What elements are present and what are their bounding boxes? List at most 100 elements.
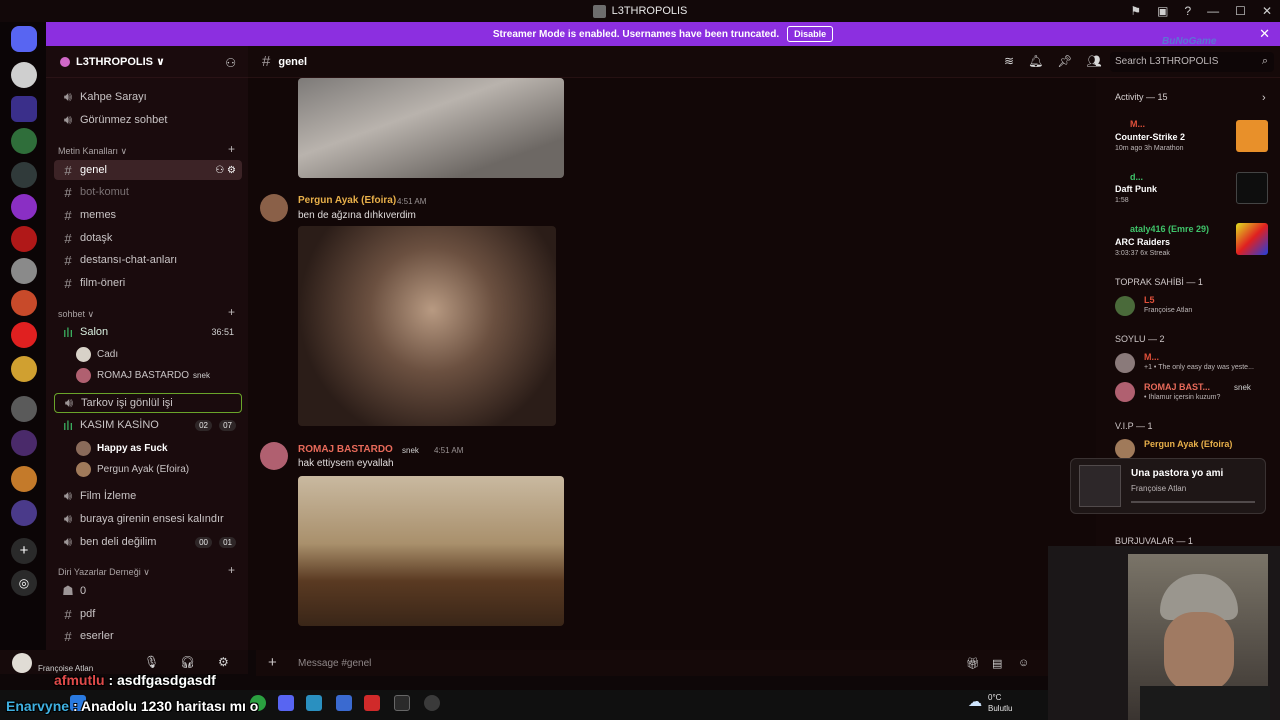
channel-destansi[interactable]: # destansı-chat-anları <box>54 250 242 270</box>
voice-user[interactable]: Cadı <box>76 345 118 363</box>
inbox-icon[interactable]: ▣ <box>1157 4 1168 18</box>
message-input[interactable]: Message #genel <box>298 658 371 669</box>
voice-channel-gorunmez[interactable]: 🔊︎ Görünmez sohbet <box>54 110 242 130</box>
channel-genel[interactable]: # genel ⚇ ⚙ <box>54 160 242 180</box>
flag-icon[interactable]: ⚑ <box>1130 4 1141 18</box>
activity-user[interactable]: M... <box>1130 119 1145 129</box>
maximize-button[interactable]: ☐ <box>1235 4 1246 18</box>
avatar[interactable] <box>260 442 288 470</box>
server-header[interactable]: L3THROPOLIS ∨ ⚇ <box>46 46 248 78</box>
message-image[interactable] <box>298 476 564 626</box>
gif-icon[interactable]: ▤ <box>992 657 1002 670</box>
avatar[interactable] <box>1115 353 1135 373</box>
message-author[interactable]: Pergun Ayak (Efoira) <box>298 195 396 206</box>
message-author[interactable]: ROMAJ BASTARDO <box>298 444 393 455</box>
server-icon[interactable] <box>11 290 37 316</box>
acrobat-taskbar-icon[interactable] <box>364 695 380 711</box>
member-status: +1 • The only easy day was yeste... <box>1144 364 1254 371</box>
disable-streamer-mode-button[interactable]: Disable <box>787 26 834 42</box>
server-icon[interactable] <box>11 194 37 220</box>
server-icon[interactable] <box>11 356 37 382</box>
add-channel-icon[interactable]: + <box>228 142 235 156</box>
channel-bot-komut[interactable]: # bot-komut <box>54 182 242 202</box>
taskbar-app-icon[interactable] <box>306 695 322 711</box>
avatar[interactable] <box>1115 439 1135 459</box>
add-server-icon[interactable]: + <box>11 538 37 564</box>
category-sohbet[interactable]: sohbet ∨ <box>58 309 94 320</box>
message-image[interactable] <box>298 226 556 426</box>
voice-channel-ben-deli[interactable]: 🔊︎ ben deli değilim 00 01 <box>54 532 242 552</box>
server-icon[interactable] <box>11 62 37 88</box>
voice-channel-tarkov[interactable]: 🔊︎ Tarkov işi gönlül işi <box>54 393 242 413</box>
member-name[interactable]: Pergun Ayak (Efoira) <box>1144 439 1232 449</box>
help-icon[interactable]: ? <box>1184 4 1191 18</box>
avatar[interactable] <box>1115 382 1135 402</box>
explore-icon[interactable]: ◎ <box>11 570 37 596</box>
channel-pdf[interactable]: # pdf <box>54 604 242 624</box>
server-icon[interactable] <box>11 162 37 188</box>
server-icon[interactable] <box>11 500 37 526</box>
add-channel-icon[interactable]: + <box>228 305 235 319</box>
invite-user-icon[interactable]: ⚇ <box>225 56 236 70</box>
voice-channel-film[interactable]: 🔊︎ Film İzleme <box>54 486 242 506</box>
server-icon[interactable] <box>11 322 37 348</box>
weather-widget[interactable]: ☁ 0°C Bulutlu <box>968 693 1012 713</box>
settings-gear-icon[interactable]: ⚙ <box>218 655 229 669</box>
category-diri-yazarlar[interactable]: Diri Yazarlar Derneği ∨ <box>58 567 150 578</box>
voice-channel-kahpe[interactable]: 🔊︎ Kahpe Sarayı <box>54 87 242 107</box>
activity-user[interactable]: d... <box>1130 172 1143 182</box>
voice-user[interactable]: Happy as Fuck <box>76 439 168 457</box>
voice-channel-buraya[interactable]: 🔊︎ buraya girenin ensesi kalındır <box>54 509 242 529</box>
headphones-icon[interactable]: 🎧︎ <box>180 655 195 669</box>
channel-memes[interactable]: # memes <box>54 205 242 225</box>
add-channel-icon[interactable]: + <box>228 563 235 577</box>
member-name[interactable]: ROMAJ BAST... <box>1144 382 1210 392</box>
server-icon[interactable] <box>11 96 37 122</box>
discord-taskbar-icon[interactable] <box>278 695 294 711</box>
taskbar-app-icon[interactable] <box>336 695 352 711</box>
category-text-channels[interactable]: Metin Kanalları ∨ <box>58 146 127 157</box>
channel-0[interactable]: ☗ 0 <box>54 581 242 601</box>
voice-user[interactable]: Pergun Ayak (Efoira) <box>76 460 189 478</box>
chevron-right-icon[interactable]: › <box>1262 92 1266 104</box>
bell-icon[interactable]: 🔔︎ <box>1028 54 1043 68</box>
activity-header[interactable]: Activity — 15 <box>1115 92 1168 102</box>
channel-film-oneri[interactable]: # film-öneri <box>54 273 242 293</box>
minimize-button[interactable]: — <box>1207 4 1219 18</box>
activity-user[interactable]: ataly416 (Emre 29) <box>1130 224 1209 234</box>
pin-icon[interactable]: 📌︎ <box>1057 54 1072 68</box>
avatar[interactable] <box>260 194 288 222</box>
close-banner-icon[interactable]: ✕ <box>1259 26 1270 42</box>
terminal-taskbar-icon[interactable] <box>394 695 410 711</box>
members-icon[interactable]: 👥︎ <box>1087 54 1102 68</box>
voice-channel-kasim[interactable]: ılı KASIM KASİNO 02 07 <box>54 415 242 435</box>
voice-user[interactable]: ROMAJ BASTARDO snek <box>76 366 210 384</box>
server-icon[interactable] <box>11 396 37 422</box>
avatar[interactable] <box>1115 296 1135 316</box>
channel-eserler[interactable]: # eserler <box>54 626 242 646</box>
counter-strike-icon <box>1236 120 1268 152</box>
avatar[interactable] <box>12 653 32 673</box>
taskbar-app-icon[interactable] <box>424 695 440 711</box>
close-window-button[interactable]: ✕ <box>1262 4 1272 18</box>
message-image[interactable] <box>298 78 564 178</box>
search-input[interactable]: Search L3THROPOLIS ⌕ <box>1110 52 1274 72</box>
channel-dotask[interactable]: # dotaşk <box>54 228 242 248</box>
now-playing-toast[interactable]: Una pastora yo ami Françoise Atlan <box>1070 458 1266 514</box>
server-icon[interactable] <box>11 226 37 252</box>
channel-settings-icon[interactable]: ⚇ ⚙ <box>215 165 236 176</box>
server-icon[interactable] <box>11 258 37 284</box>
gift-icon[interactable]: 🎁︎ <box>966 657 980 670</box>
member-name[interactable]: M... <box>1144 352 1159 362</box>
member-name[interactable]: L5 <box>1144 295 1155 305</box>
attach-plus-icon[interactable]: + <box>268 654 277 671</box>
discord-home-icon[interactable] <box>11 26 37 52</box>
microphone-icon[interactable]: 🎙︎ <box>144 655 159 669</box>
server-icon[interactable] <box>11 466 37 492</box>
voice-channel-salon[interactable]: ılı Salon 36:51 <box>54 322 242 342</box>
threads-icon[interactable]: ≋ <box>1004 54 1014 68</box>
server-icon[interactable] <box>11 430 37 456</box>
sticker-icon[interactable]: ☺ <box>1018 657 1029 669</box>
message-composer[interactable]: + Message #genel 🎁︎ ▤ ☺ <box>256 650 1048 676</box>
server-icon[interactable] <box>11 128 37 154</box>
